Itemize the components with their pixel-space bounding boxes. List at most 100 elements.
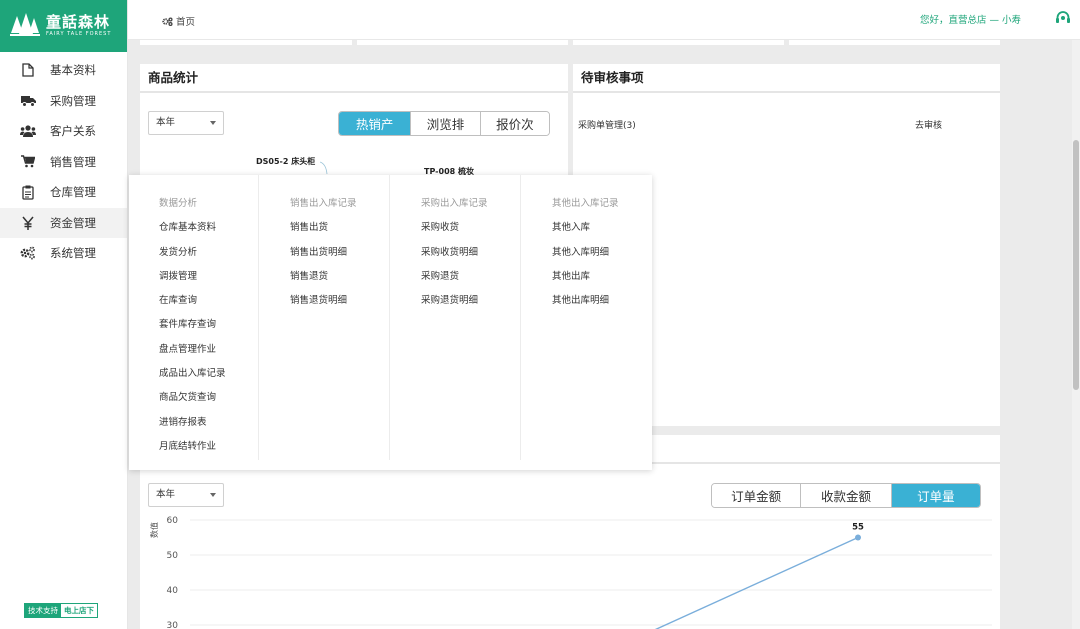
breadcrumb[interactable]: 首页: [162, 14, 195, 28]
tech-support-brand: 电上店下: [64, 606, 94, 615]
sidebar-item-basic-info[interactable]: 基本资料: [0, 55, 127, 86]
sidebar-item-label: 系统管理: [50, 246, 96, 261]
y-axis-label: 数值: [149, 522, 159, 538]
clipboard-icon: [20, 184, 36, 200]
orders-period-value: 本年: [156, 489, 176, 500]
tab-order-count[interactable]: 订单量: [890, 484, 980, 507]
headset-icon[interactable]: [1055, 10, 1071, 26]
menu-column-heading: 销售出入库记录: [290, 198, 357, 209]
pie-leader-line: [320, 161, 328, 175]
sidebar-item-label: 资金管理: [50, 215, 96, 230]
menu-item[interactable]: 其他出库明细: [552, 292, 652, 316]
brand-name-cn: 童話森林: [46, 13, 111, 31]
sidebar-item-label: 销售管理: [50, 154, 96, 169]
sidebar-item-system[interactable]: 系统管理: [0, 238, 127, 269]
pie-label: DS05-2 床头柜: [256, 157, 316, 166]
menu-item[interactable]: 月底结转作业: [159, 438, 258, 462]
sidebar-item-warehouse[interactable]: 仓库管理: [0, 177, 127, 208]
summary-card: [140, 40, 352, 45]
menu-item[interactable]: 盘点管理作业: [159, 341, 258, 365]
menu-item[interactable]: 采购收货明细: [421, 244, 520, 268]
summary-card: [357, 40, 568, 45]
menu-item[interactable]: 其他入库明细: [552, 244, 652, 268]
sidebar-item-label: 基本资料: [50, 63, 96, 78]
menu-column: 采购出入库记录 采购收货 采购收货明细 采购退货 采购退货明细: [390, 175, 521, 460]
menu-column-heading: 其他出入库记录: [552, 198, 619, 209]
pending-review-title: 待审核事项: [573, 64, 1000, 93]
sidebar-item-purchase[interactable]: 采购管理: [0, 86, 127, 117]
menu-item[interactable]: 销售退货: [290, 268, 389, 292]
menu-item[interactable]: 采购退货: [421, 268, 520, 292]
users-icon: [20, 123, 36, 139]
menu-item[interactable]: 发货分析: [159, 244, 258, 268]
tab-browse-rank[interactable]: 浏览排: [410, 112, 480, 135]
user-greeting[interactable]: 您好，直营总店 — 小寿: [920, 12, 1021, 26]
brand-logo[interactable]: 童話森林 FAIRY TALE FOREST: [0, 0, 127, 52]
product-stats-title: 商品统计: [140, 64, 568, 93]
menu-item[interactable]: 销售出货: [290, 219, 389, 243]
brand-name-en: FAIRY TALE FOREST: [46, 31, 112, 37]
menu-column-heading: 数据分析: [159, 198, 198, 209]
menu-item[interactable]: 在库查询: [159, 292, 258, 316]
product-stats-tabs: 热销产 浏览排 报价次: [338, 111, 550, 136]
chevron-down-icon: [210, 121, 216, 125]
y-tick-label: 30: [167, 621, 179, 629]
pending-item: 采购单管理(3): [578, 121, 636, 131]
tree-logo-icon: [10, 13, 40, 36]
breadcrumb-home[interactable]: 首页: [176, 14, 195, 28]
scrollbar-thumb[interactable]: [1073, 140, 1079, 390]
y-tick-label: 60: [167, 516, 179, 526]
sidebar-item-finance[interactable]: 资金管理: [0, 207, 127, 238]
sidebar-item-customers[interactable]: 客户关系: [0, 116, 127, 147]
series-line: [654, 536, 859, 629]
gears-icon: [20, 245, 36, 261]
menu-item[interactable]: 商品欠货查询: [159, 389, 258, 413]
sidebar-item-label: 客户关系: [50, 124, 96, 139]
menu-item[interactable]: 成品出入库记录: [159, 365, 258, 389]
tech-support-label: 技术支持: [25, 604, 61, 617]
sidebar-item-label: 仓库管理: [50, 185, 96, 200]
data-point: [855, 534, 861, 541]
y-tick-label: 40: [167, 586, 179, 596]
sidebar-item-sales[interactable]: 销售管理: [0, 147, 127, 178]
menu-column: 销售出入库记录 销售出货 销售出货明细 销售退货 销售退货明细: [259, 175, 390, 460]
truck-icon: [20, 93, 36, 109]
menu-item[interactable]: 采购收货: [421, 219, 520, 243]
menu-item[interactable]: 调拨管理: [159, 268, 258, 292]
sidebar: 童話森林 FAIRY TALE FOREST 基本资料 采购管理 客户关系 销售…: [0, 0, 128, 629]
tab-hot-sale[interactable]: 热销产: [339, 112, 411, 135]
y-tick-label: 50: [167, 551, 179, 561]
cart-icon: [20, 154, 36, 170]
tech-support-badge[interactable]: 技术支持 电上店下: [24, 603, 98, 618]
document-icon: [20, 62, 36, 78]
menu-item[interactable]: 采购退货明细: [421, 292, 520, 316]
yen-icon: [20, 215, 36, 231]
menu-item[interactable]: 销售出货明细: [290, 244, 389, 268]
orders-chart-tabs: 订单金额 收款金额 订单量: [711, 483, 981, 508]
chevron-down-icon: [210, 493, 216, 497]
orders-line-chart: 30 40 50 60 数值 55: [149, 516, 992, 629]
menu-item[interactable]: 其他入库: [552, 219, 652, 243]
menu-column: 数据分析 仓库基本资料 发货分析 调拨管理 在库查询 套件库存查询 盘点管理作业…: [159, 175, 259, 460]
summary-card: [573, 40, 784, 45]
summary-card: [789, 40, 1000, 45]
menu-item[interactable]: 其他出库: [552, 268, 652, 292]
orders-period-select[interactable]: 本年: [148, 483, 224, 507]
data-label: 55: [852, 523, 864, 533]
menu-item[interactable]: 仓库基本资料: [159, 219, 258, 243]
menu-column-heading: 采购出入库记录: [421, 198, 488, 209]
product-period-select[interactable]: 本年: [148, 111, 224, 135]
tab-payment-amount[interactable]: 收款金额: [800, 484, 891, 507]
tab-order-amount[interactable]: 订单金额: [712, 484, 801, 507]
menu-item[interactable]: 套件库存查询: [159, 316, 258, 340]
sidebar-nav: 基本资料 采购管理 客户关系 销售管理 仓库管理 资金管理 系统管理: [0, 55, 127, 269]
menu-column: 其他出入库记录 其他入库 其他入库明细 其他出库 其他出库明细: [521, 175, 652, 460]
menu-item[interactable]: 销售退货明细: [290, 292, 389, 316]
warehouse-mega-menu: 数据分析 仓库基本资料 发货分析 调拨管理 在库查询 套件库存查询 盘点管理作业…: [129, 175, 652, 470]
gears-small-icon: [162, 16, 173, 26]
review-link[interactable]: 去审核: [915, 118, 942, 131]
tab-quote-count[interactable]: 报价次: [479, 112, 549, 135]
menu-item[interactable]: 进销存报表: [159, 414, 258, 438]
product-period-value: 本年: [156, 117, 176, 128]
top-bar: 首页 您好，直营总店 — 小寿: [128, 0, 1080, 40]
